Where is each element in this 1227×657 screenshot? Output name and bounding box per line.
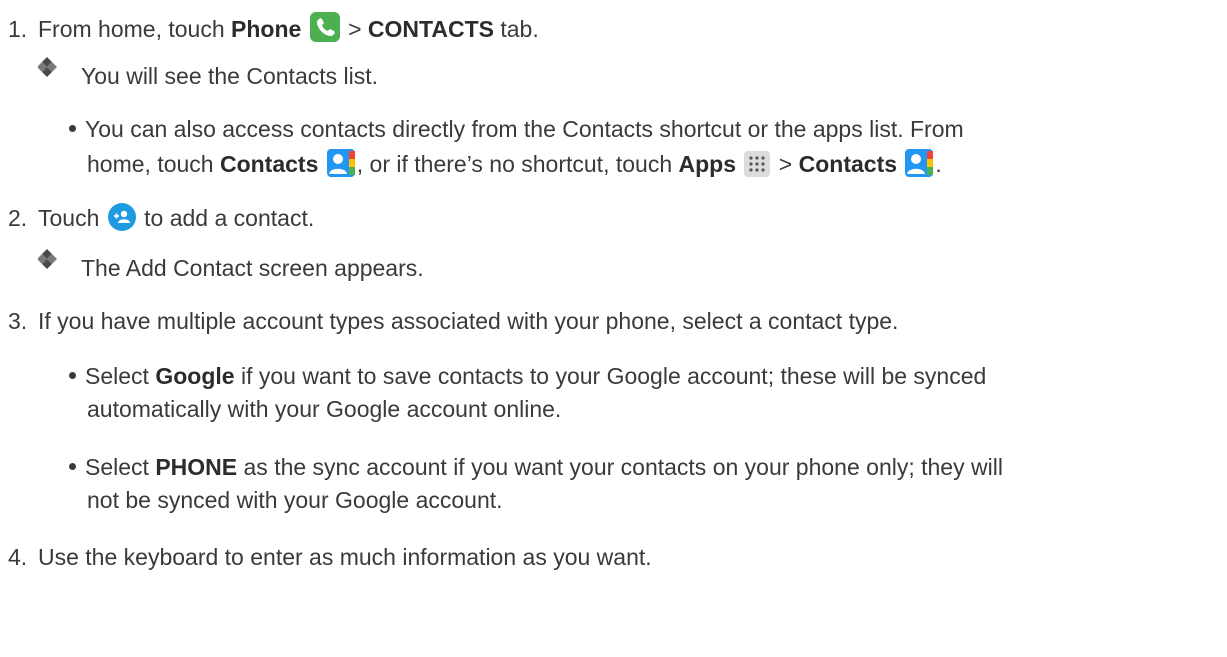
note-text: . <box>935 151 942 177</box>
bullet-text: if you want to save contacts to your Goo… <box>234 363 987 389</box>
step-1: 1. From home, touch Phone > CONTACTS tab. <box>8 12 539 48</box>
bullet-text: as the sync account if you want your con… <box>237 454 1003 480</box>
step-text: From home, touch <box>38 16 232 42</box>
step-text: Use the keyboard to enter as much inform… <box>38 544 652 570</box>
note-text: home, touch <box>87 151 220 177</box>
step-1-note-line-2: home, touch Contacts , or if there’s no … <box>87 149 942 183</box>
phone-label: Phone <box>231 16 302 42</box>
note-text: You can also access contacts directly fr… <box>85 116 964 142</box>
step-3: 3. If you have multiple account types ass… <box>8 307 898 335</box>
step-3-bullet-1-line-1: Select Google if you want to save contac… <box>69 362 986 390</box>
apps-label: Apps <box>678 151 737 177</box>
contacts-label: Contacts <box>219 151 319 177</box>
apps-launcher-icon <box>744 151 771 183</box>
separator: > <box>341 16 368 42</box>
contacts-tab-label: CONTACTS <box>367 16 494 42</box>
bullet-dot <box>69 372 76 379</box>
google-label: Google <box>155 363 235 389</box>
step-number: 2. <box>8 205 28 231</box>
contacts-app-icon <box>326 149 355 183</box>
step-1-note-line-1: You can also access contacts directly fr… <box>69 115 964 143</box>
step-text: Touch <box>38 205 106 231</box>
bullet-dot <box>69 463 76 470</box>
step-2: 2. Touch to add a contact. <box>8 203 314 237</box>
step-3-bullet-2-line-2: not be synced with your Google account. <box>87 487 503 513</box>
step-4: 4. Use the keyboard to enter as much info… <box>8 543 652 571</box>
contacts-label-2: Contacts <box>798 151 898 177</box>
contacts-app-icon <box>905 149 934 183</box>
phone-app-icon <box>309 12 340 48</box>
step-text: If you have multiple account types assoc… <box>38 308 899 334</box>
step-number: 4. <box>8 544 28 570</box>
step-1-result: You will see the Contacts list. <box>81 63 379 89</box>
step-3-bullet-1-line-2: automatically with your Google account o… <box>87 396 562 422</box>
step-number: 1. <box>8 16 28 42</box>
step-2-result: The Add Contact screen appears. <box>81 255 424 281</box>
bullet-text: Select <box>85 363 156 389</box>
step-3-bullet-2-line-1: Select PHONE as the sync account if you … <box>69 453 1003 481</box>
note-text: , or if there’s no shortcut, touch <box>356 151 679 177</box>
bullet-text: Select <box>85 454 156 480</box>
bullet-dot <box>69 125 76 132</box>
step-number: 3. <box>8 308 28 334</box>
separator: > <box>772 151 799 177</box>
step-text: tab. <box>493 16 539 42</box>
step-text: to add a contact. <box>137 205 315 231</box>
diamond-bullet-icon <box>38 249 57 269</box>
phone-sync-label: PHONE <box>155 454 238 480</box>
add-contact-icon <box>107 203 136 237</box>
diamond-bullet-icon <box>38 57 57 77</box>
